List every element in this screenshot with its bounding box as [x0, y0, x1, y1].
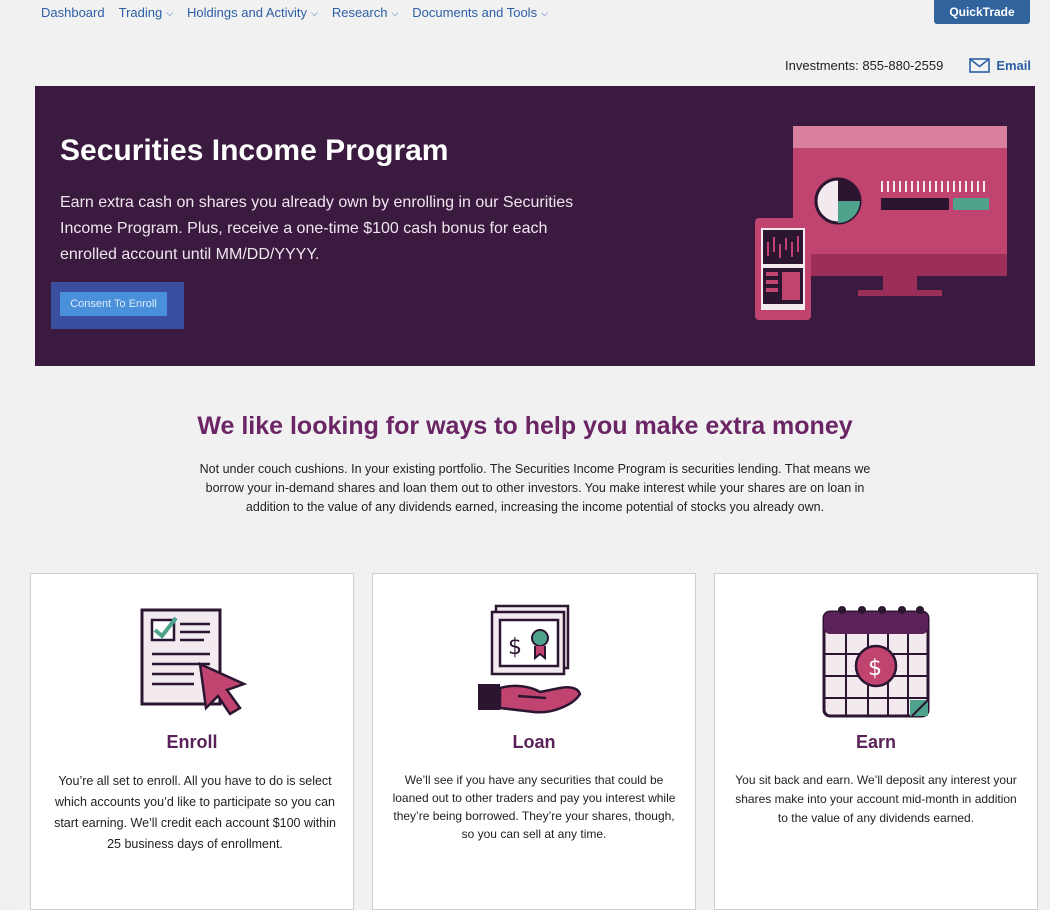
- card-title: Earn: [855, 732, 897, 752]
- quicktrade-button[interactable]: QuickTrade: [934, 0, 1030, 24]
- nav-documents-label[interactable]: Documents and Tools: [412, 5, 537, 20]
- hero-banner: Securities Income Program Earn extra cas…: [35, 86, 1035, 366]
- svg-text:$: $: [868, 656, 882, 681]
- envelope-icon: [969, 58, 991, 73]
- nav-list: Dashboard Trading ⌵ Holdings and Activity…: [41, 5, 562, 20]
- calendar-dollar-icon: $: [715, 604, 1037, 729]
- certificate-hand-icon: $: [373, 604, 695, 729]
- nav-research-label[interactable]: Research: [332, 5, 388, 20]
- chevron-down-icon: ⌵: [311, 8, 318, 18]
- email-link[interactable]: Email: [969, 58, 1031, 73]
- card-description: You sit back and earn. We’ll deposit any…: [735, 773, 1017, 825]
- card-earn: $ Earn You sit back and earn. We’ll depo…: [714, 573, 1038, 910]
- enroll-form-cursor-icon: [31, 604, 353, 729]
- svg-text:$: $: [508, 635, 522, 660]
- card-description: You’re all set to enroll. All you have t…: [54, 774, 336, 851]
- email-label[interactable]: Email: [996, 58, 1031, 73]
- card-title: Loan: [512, 732, 556, 752]
- card-description: We’ll see if you have any securities tha…: [392, 773, 676, 841]
- section-title: We like looking for ways to help you mak…: [197, 412, 853, 440]
- nav-holdings-label[interactable]: Holdings and Activity: [187, 5, 307, 20]
- nav-holdings-and-activity[interactable]: Holdings and Activity ⌵: [187, 5, 318, 20]
- nav-documents-and-tools[interactable]: Documents and Tools ⌵: [412, 5, 548, 20]
- hero-description: Earn extra cash on shares you already ow…: [60, 194, 574, 263]
- nav-research[interactable]: Research ⌵: [332, 5, 398, 20]
- chevron-down-icon: ⌵: [166, 8, 174, 18]
- card-enroll: Enroll You’re all set to enroll. All you…: [30, 573, 354, 910]
- devices-illustration: [755, 126, 1007, 320]
- nav-trading[interactable]: Trading ⌵: [119, 5, 173, 20]
- cta-focus-ring: Consent To Enroll: [51, 282, 184, 329]
- section-description: Not under couch cushions. In your existi…: [199, 462, 871, 514]
- consent-to-enroll-button[interactable]: Consent To Enroll: [60, 292, 167, 316]
- card-title: Enroll: [166, 732, 218, 752]
- chevron-down-icon: ⌵: [391, 8, 399, 18]
- investments-phone: Investments: 855-880-2559: [785, 58, 944, 73]
- chevron-down-icon: ⌵: [541, 8, 548, 18]
- nav-dashboard-label[interactable]: Dashboard: [41, 5, 105, 20]
- nav-trading-label[interactable]: Trading: [119, 5, 163, 20]
- nav-dashboard[interactable]: Dashboard: [41, 5, 105, 20]
- hero-title: Securities Income Program: [60, 134, 449, 167]
- card-loan: $ Loan We’ll see if you have any securit…: [372, 573, 696, 910]
- contact-row: Investments: 855-880-2559 Email: [785, 58, 1031, 73]
- top-navigation: Dashboard Trading ⌵ Holdings and Activity…: [16, 0, 1042, 26]
